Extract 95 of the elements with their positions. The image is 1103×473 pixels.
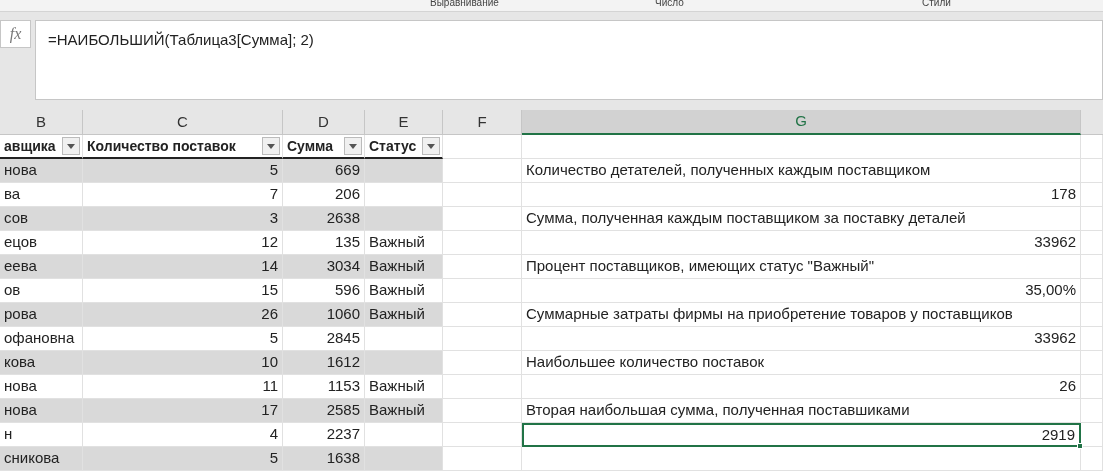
table-cell[interactable]: сникова: [0, 447, 83, 471]
empty-cell[interactable]: [1081, 447, 1103, 471]
table-cell[interactable]: ов: [0, 279, 83, 303]
label-cell[interactable]: Сумма, полученная каждым поставщиком за поставку деталей: [522, 207, 1081, 231]
value-cell[interactable]: 35,00%: [522, 279, 1081, 303]
dropdown-arrow-icon: [67, 143, 75, 149]
dropdown-arrow-icon: [349, 143, 357, 149]
column-title: Статус: [369, 136, 417, 156]
table-cell[interactable]: Важный: [365, 279, 443, 303]
table-cell[interactable]: 1060: [283, 303, 365, 327]
table-cell[interactable]: 669: [283, 159, 365, 183]
filter-dropdown-button[interactable]: [344, 137, 362, 155]
empty-cell[interactable]: [1081, 183, 1103, 207]
column-header[interactable]: E: [365, 110, 443, 135]
value-cell[interactable]: 178: [522, 183, 1081, 207]
formula-input[interactable]: =НАИБОЛЬШИЙ(Таблица3[Сумма]; 2): [35, 20, 1103, 100]
value-cell[interactable]: 33962: [522, 327, 1081, 351]
table-cell[interactable]: 2237: [283, 423, 365, 447]
table-cell[interactable]: рова: [0, 303, 83, 327]
filter-dropdown-button[interactable]: [262, 137, 280, 155]
table-cell[interactable]: Важный: [365, 255, 443, 279]
table-cell[interactable]: Важный: [365, 375, 443, 399]
table-cell[interactable]: 206: [283, 183, 365, 207]
table-cell[interactable]: еева: [0, 255, 83, 279]
table-cell[interactable]: нова: [0, 159, 83, 183]
table-cell[interactable]: 10: [83, 351, 283, 375]
table-cell[interactable]: 5: [83, 327, 283, 351]
empty-cell[interactable]: [522, 447, 1081, 471]
empty-cell[interactable]: [1081, 327, 1103, 351]
table-cell[interactable]: 1638: [283, 447, 365, 471]
column-title: авщика: [4, 136, 56, 156]
table-cell[interactable]: Важный: [365, 303, 443, 327]
empty-cell[interactable]: [1081, 303, 1103, 327]
function-button[interactable]: fx: [0, 20, 31, 48]
selected-cell[interactable]: 2919: [522, 423, 1081, 447]
table-cell[interactable]: 2585: [283, 399, 365, 423]
dropdown-arrow-icon: [267, 143, 275, 149]
column-header[interactable]: G: [522, 110, 1081, 135]
column-header[interactable]: C: [83, 110, 283, 135]
empty-cell[interactable]: [1081, 231, 1103, 255]
empty-cell[interactable]: [1081, 279, 1103, 303]
table-cell[interactable]: Важный: [365, 399, 443, 423]
empty-cell[interactable]: [1081, 159, 1103, 183]
table-cell[interactable]: нова: [0, 375, 83, 399]
empty-cell[interactable]: [522, 135, 1081, 159]
table-cell[interactable]: 3034: [283, 255, 365, 279]
table-cell[interactable]: ва: [0, 183, 83, 207]
table-cell[interactable]: 135: [283, 231, 365, 255]
label-cell[interactable]: Количество детателей, полученных каждым поставщиком: [522, 159, 1081, 183]
table-cell[interactable]: 26: [83, 303, 283, 327]
filter-dropdown-button[interactable]: [422, 137, 440, 155]
table-cell[interactable]: 15: [83, 279, 283, 303]
table-cell[interactable]: нова: [0, 399, 83, 423]
table-cell[interactable]: 14: [83, 255, 283, 279]
label-cell[interactable]: Суммарные затраты фирмы на приобретение товаров у поставщиков: [522, 303, 1081, 327]
table-cell[interactable]: 4: [83, 423, 283, 447]
table-cell[interactable]: Важный: [365, 231, 443, 255]
table-cell[interactable]: сов: [0, 207, 83, 231]
column-header[interactable]: B: [0, 110, 83, 135]
table-cell[interactable]: 12: [83, 231, 283, 255]
empty-cell[interactable]: [1081, 135, 1103, 159]
value-cell[interactable]: 33962: [522, 231, 1081, 255]
table-cell[interactable]: 3: [83, 207, 283, 231]
empty-cell[interactable]: [1081, 375, 1103, 399]
empty-cell[interactable]: [1081, 399, 1103, 423]
table-cell[interactable]: 5: [83, 159, 283, 183]
table-cell[interactable]: ецов: [0, 231, 83, 255]
table-cell[interactable]: 5: [83, 447, 283, 471]
table-cell[interactable]: 11: [83, 375, 283, 399]
column-header[interactable]: D: [283, 110, 365, 135]
table-cell[interactable]: кова: [0, 351, 83, 375]
empty-cell[interactable]: [1081, 255, 1103, 279]
value-cell[interactable]: 26: [522, 375, 1081, 399]
table-cell[interactable]: 596: [283, 279, 365, 303]
empty-cell[interactable]: [1081, 423, 1103, 447]
fill-handle[interactable]: [1077, 443, 1083, 449]
ribbon-group-label: Выравнивание: [430, 0, 499, 9]
column-title: Количество поставок: [87, 136, 236, 156]
table-cell[interactable]: 2638: [283, 207, 365, 231]
table-cell[interactable]: 17: [83, 399, 283, 423]
table-cell[interactable]: 2845: [283, 327, 365, 351]
empty-cell[interactable]: [443, 135, 522, 159]
table-cell[interactable]: офановна: [0, 327, 83, 351]
empty-cell[interactable]: [1081, 207, 1103, 231]
table-cell[interactable]: 7: [83, 183, 283, 207]
label-cell[interactable]: Процент поставщиков, имеющих статус "Важный": [522, 255, 1081, 279]
dropdown-arrow-icon: [427, 143, 435, 149]
filter-dropdown-button[interactable]: [62, 137, 80, 155]
table-cell[interactable]: 1153: [283, 375, 365, 399]
table-cell[interactable]: н: [0, 423, 83, 447]
label-cell[interactable]: Наибольшее количество поставок: [522, 351, 1081, 375]
table-cell[interactable]: 1612: [283, 351, 365, 375]
label-cell[interactable]: Вторая наибольшая сумма, полученная поставшиками: [522, 399, 1081, 423]
column-title: Сумма: [287, 136, 334, 156]
empty-cell[interactable]: [1081, 351, 1103, 375]
